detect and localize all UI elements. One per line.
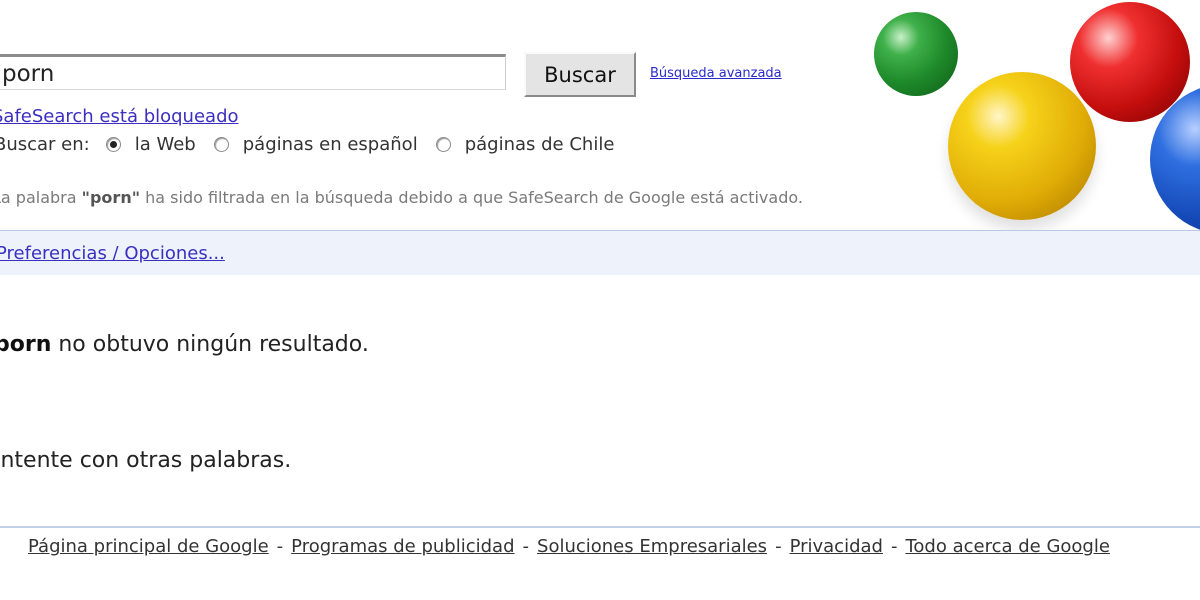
google-balls-logo [860,0,1200,232]
footer-link-home[interactable]: Página principal de Google [28,536,269,557]
footer-divider [0,526,1200,528]
options-bar: Preferencias / Opciones... [0,230,1200,275]
footer-link-privacy[interactable]: Privacidad [790,536,883,557]
filtered-word: "porn" [81,188,141,207]
search-button[interactable]: Buscar [524,52,636,97]
no-results-message: porn no obtuvo ningún resultado. [0,332,369,357]
search-scope: Buscar en: la Web páginas en español pág… [0,134,632,155]
footer-separator: - [522,536,530,557]
search-input[interactable] [0,54,506,90]
footer-separator: - [775,536,782,557]
yellow-ball-icon [948,72,1096,220]
footer-separator: - [276,536,284,557]
footer-link-about[interactable]: Todo acerca de Google [905,536,1109,557]
green-ball-icon [874,12,958,96]
radio-spanish-pages-label: páginas en español [242,134,418,155]
radio-spanish-pages[interactable] [213,137,229,152]
radio-chile-pages[interactable] [435,137,451,152]
search-scope-label: Buscar en: [0,134,90,155]
footer-separator: - [890,536,898,557]
filter-notice: La palabra "porn" ha sido filtrada en la… [0,188,803,207]
options-link[interactable]: Preferencias / Opciones... [0,243,225,264]
radio-web[interactable] [105,137,121,152]
safesearch-locked-link[interactable]: SafeSearch está bloqueado [0,106,239,127]
radio-chile-pages-label: páginas de Chile [464,134,615,155]
footer-link-advertising[interactable]: Programas de publicidad [291,536,514,557]
footer-links: Página principal de Google - Programas d… [28,536,1110,557]
advanced-search-link[interactable]: Búsqueda avanzada [650,66,782,81]
filter-notice-suffix: ha sido filtrada en la búsqueda debido a… [140,188,803,207]
footer-link-business[interactable]: Soluciones Empresariales [537,536,767,557]
no-results-text: no obtuvo ningún resultado. [51,332,369,357]
radio-web-label: la Web [134,134,196,155]
suggestion-text: Intente con otras palabras. [0,448,292,473]
no-results-term: porn [0,332,52,357]
filter-notice-prefix: La palabra [0,188,82,207]
